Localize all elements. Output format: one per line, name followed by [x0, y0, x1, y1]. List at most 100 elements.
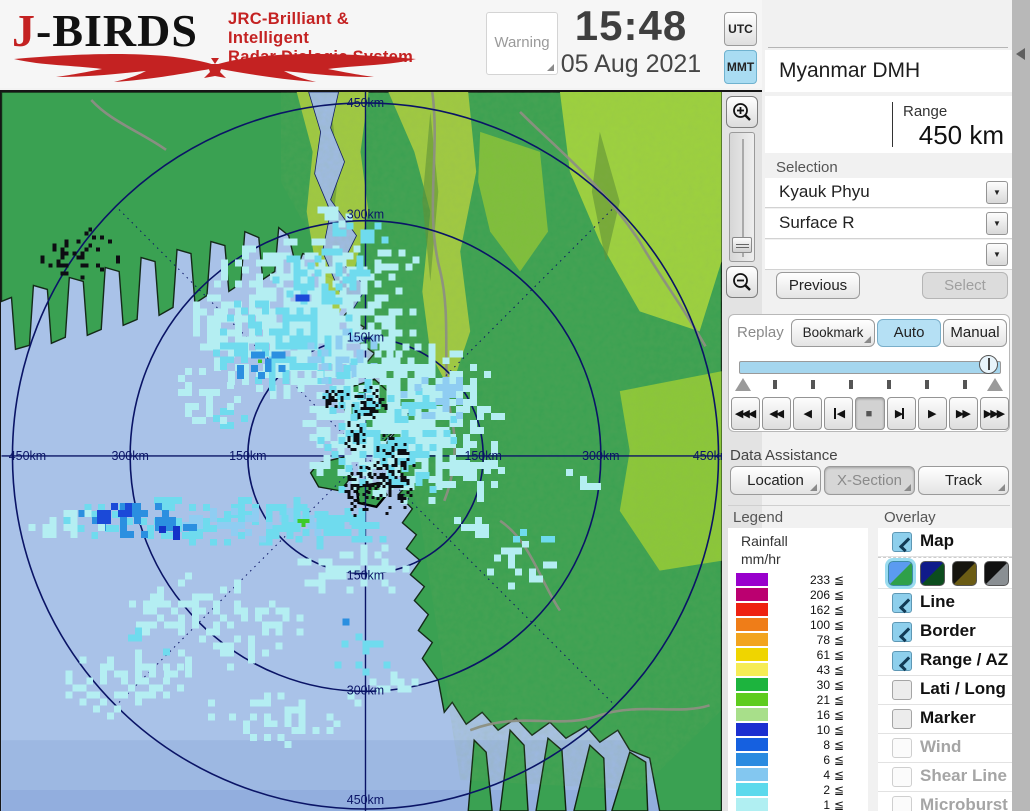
option-dropdown[interactable]: ▼ [765, 240, 1012, 270]
range-start-marker[interactable] [735, 378, 751, 391]
section-divider [728, 505, 1010, 506]
microburst-label: Microburst [920, 795, 1008, 811]
zoom-slider-handle[interactable] [732, 237, 752, 253]
range-end-marker[interactable] [987, 378, 1003, 391]
legend-value: 10 [774, 723, 830, 737]
product-dropdown-value: Surface R [779, 213, 855, 233]
forward-fastest-button[interactable]: ▶▶▶ [980, 397, 1009, 430]
range-value: 450 km [919, 120, 1004, 151]
replay-slider-handle[interactable] [979, 355, 998, 374]
zoom-in-button[interactable] [726, 96, 758, 128]
legend-lte-symbol: ≦ [834, 768, 844, 782]
legend-swatch [736, 618, 768, 631]
legend-lte-symbol: ≦ [834, 648, 844, 662]
station-dropdown-value: Kyauk Phyu [779, 182, 870, 202]
shear-line-checkbox [892, 767, 912, 787]
replay-tick [925, 380, 929, 389]
border-checkbox[interactable] [892, 622, 912, 642]
marker-checkbox[interactable] [892, 709, 912, 729]
mmt-button[interactable]: MMT [724, 50, 757, 84]
legend-lte-symbol: ≦ [834, 693, 844, 707]
legend-lte-symbol: ≦ [834, 723, 844, 737]
replay-tick [811, 380, 815, 389]
legend-row: 4≦ [728, 767, 868, 782]
microburst-checkbox [892, 796, 912, 811]
bookmark-button[interactable]: Bookmark [791, 319, 875, 347]
radar-map[interactable]: 450km300km150km150km300km450km450km300km… [0, 90, 722, 811]
track-button[interactable]: Track [918, 466, 1009, 495]
replay-slider-track[interactable] [739, 361, 1001, 374]
legend-value: 30 [774, 678, 830, 692]
range-label: Range [903, 103, 947, 120]
legend-label: Legend [733, 509, 783, 526]
line-label: Line [920, 592, 955, 612]
legend-value: 8 [774, 738, 830, 752]
panel-collapse-strip[interactable] [1012, 0, 1030, 811]
collapse-arrow-icon [1016, 48, 1025, 60]
legend-row: 2≦ [728, 782, 868, 797]
marker-label: Marker [920, 708, 976, 728]
overlay-row-line: Line [878, 589, 1012, 618]
map-style-swatch-4[interactable] [984, 561, 1009, 586]
legend-row: 21≦ [728, 692, 868, 707]
lati-long-checkbox[interactable] [892, 680, 912, 700]
overlay-row-lati-long: Lati / Long [878, 676, 1012, 705]
map-checkbox[interactable] [892, 532, 912, 552]
map-style-swatch-3[interactable] [952, 561, 977, 586]
replay-box: Replay Bookmark Auto Manual ◀◀◀◀◀◀◀■▶▶▶▶… [728, 314, 1010, 432]
utc-button[interactable]: UTC [724, 12, 757, 46]
zoom-slider-track[interactable] [729, 132, 755, 262]
legend-value: 43 [774, 663, 830, 677]
step-forward-button[interactable]: ▶ [887, 397, 916, 430]
legend-row: 10 ≦ [728, 722, 868, 737]
forward-button[interactable]: ▶▶ [949, 397, 978, 430]
select-button[interactable]: Select [922, 272, 1008, 299]
product-dropdown[interactable]: Surface R ▼ [765, 209, 1012, 239]
replay-tick [887, 380, 891, 389]
overlay-label: Overlay [884, 509, 936, 526]
legend-swatch [736, 603, 768, 616]
stop-button[interactable]: ■ [855, 397, 884, 430]
previous-button[interactable]: Previous [776, 272, 860, 299]
map-style-swatch-2[interactable] [920, 561, 945, 586]
step-back-button[interactable]: ◀ [824, 397, 853, 430]
legend-value: 16 [774, 708, 830, 722]
legend-row: 61≦ [728, 647, 868, 662]
svg-text:150km: 150km [229, 449, 266, 463]
chevron-down-icon[interactable]: ▼ [986, 181, 1008, 204]
line-checkbox[interactable] [892, 593, 912, 613]
legend-lte-symbol: ≦ [834, 798, 844, 811]
rewind-button[interactable]: ◀◀ [762, 397, 791, 430]
chevron-down-icon[interactable]: ▼ [986, 212, 1008, 235]
legend-swatch [736, 753, 768, 766]
play-button[interactable]: ▶ [918, 397, 947, 430]
legend-row: 100≦ [728, 617, 868, 632]
manual-button[interactable]: Manual [943, 319, 1007, 347]
legend-unit-line2: mm/hr [741, 551, 781, 567]
rewind-fastest-button[interactable]: ◀◀◀ [731, 397, 760, 430]
map-style-swatch-1[interactable] [888, 561, 913, 586]
station-title: Myanmar DMH [765, 50, 1012, 92]
range-az-checkbox[interactable] [892, 651, 912, 671]
replay-tick-row [735, 377, 1005, 393]
legend-swatch [736, 798, 768, 811]
legend-swatch [736, 633, 768, 646]
x-section-button[interactable]: X-Section [824, 466, 915, 495]
svg-text:300km: 300km [582, 449, 619, 463]
location-button[interactable]: Location [730, 466, 821, 495]
play-reverse-button[interactable]: ◀ [793, 397, 822, 430]
overlay-row-map: Map [878, 528, 1012, 557]
legend-box: Rainfall mm/hr 233≦206≦162≦100≦78≦61≦43≦… [728, 528, 868, 811]
legend-row: 233≦ [728, 572, 868, 587]
station-dropdown[interactable]: Kyauk Phyu ▼ [765, 178, 1012, 208]
chevron-down-icon[interactable]: ▼ [986, 243, 1008, 266]
playback-controls: ◀◀◀◀◀◀◀■▶▶▶▶▶▶▶ [731, 397, 1009, 430]
auto-button[interactable]: Auto [877, 319, 941, 347]
overlay-row-shear-line: Shear Line [878, 763, 1012, 792]
overlay-row-marker: Marker [878, 705, 1012, 734]
logo-letters-birds: -BIRDS [36, 5, 198, 56]
legend-lte-symbol: ≦ [834, 573, 844, 587]
legend-swatch [736, 693, 768, 706]
svg-text:450km: 450km [347, 96, 384, 110]
zoom-out-button[interactable] [726, 266, 758, 298]
